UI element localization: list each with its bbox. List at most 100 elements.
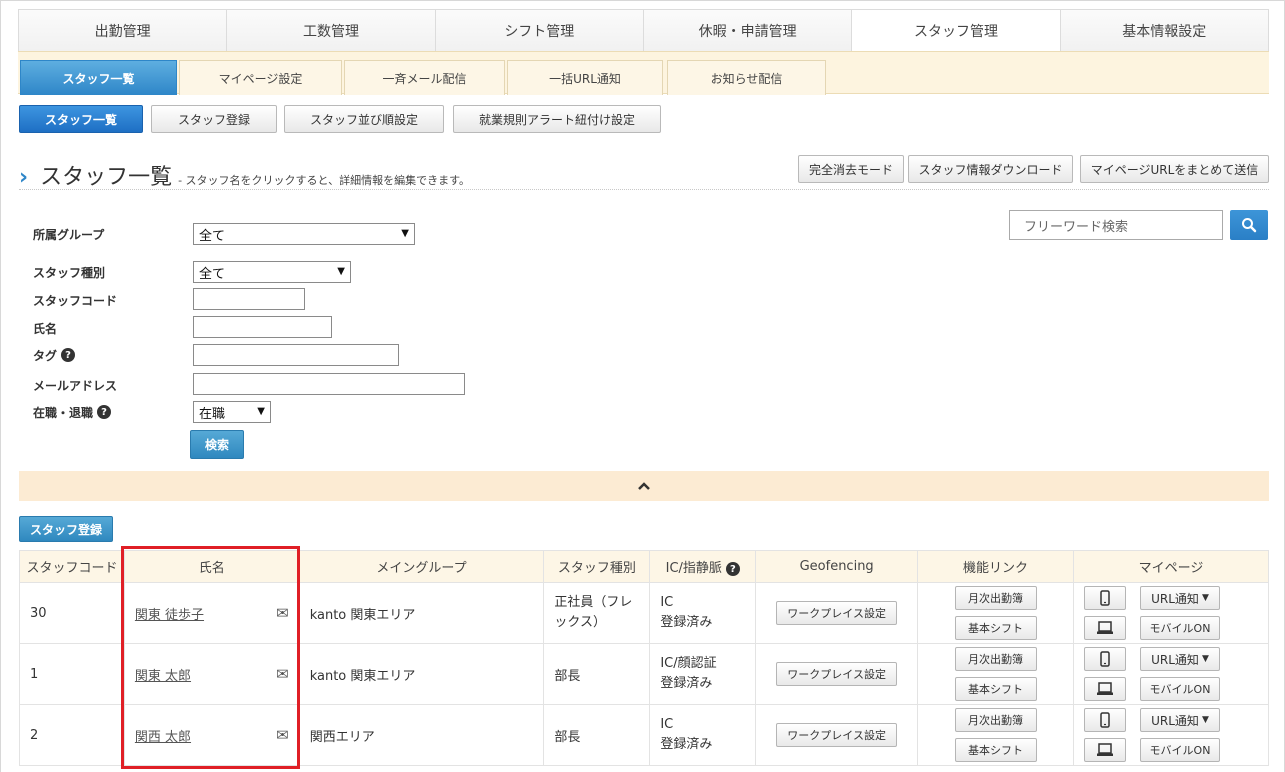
tag-input[interactable] <box>193 344 399 366</box>
chevron-up-icon <box>638 482 650 490</box>
tab-man-hours[interactable]: 工数管理 <box>227 10 436 51</box>
group-label: 所属グループ <box>33 227 105 242</box>
header-ic: IC/指静脈? <box>649 550 757 583</box>
url-notify-label: URL通知 <box>1151 591 1199 606</box>
tag-label-text: タグ <box>33 348 58 363</box>
ic-type: IC <box>660 717 674 732</box>
status-label: 在職・退職? <box>33 404 112 420</box>
tab-basic-settings[interactable]: 基本情報設定 <box>1060 10 1268 51</box>
workplace-settings-button[interactable]: ワークプレイス設定 <box>776 601 897 625</box>
monthly-attendance-button[interactable]: 月次出勤簿 <box>954 647 1037 671</box>
alert-link-button[interactable]: 就業規則アラート紐付け設定 <box>453 105 661 133</box>
cell-mypage: URL通知 ▼ モバイルON <box>1073 582 1269 644</box>
ic-status: 登録済み <box>660 676 713 691</box>
staff-register-button[interactable]: スタッフ登録 <box>151 105 277 133</box>
subtab-notice[interactable]: お知らせ配信 <box>667 60 826 95</box>
basic-shift-button[interactable]: 基本シフト <box>954 616 1037 640</box>
status-label-text: 在職・退職 <box>33 405 94 420</box>
cell-type: 正社員（フレックス） <box>543 582 651 644</box>
group-select-value: 全て <box>199 228 226 244</box>
mobile-icon[interactable] <box>1084 708 1126 732</box>
staff-order-button[interactable]: スタッフ並び順設定 <box>284 105 444 133</box>
code-input[interactable] <box>193 288 305 310</box>
help-icon[interactable]: ? <box>97 405 112 419</box>
cell-code: 2 <box>19 704 125 766</box>
pc-icon[interactable] <box>1084 738 1126 762</box>
page-title-row: › スタッフ一覧 - スタッフ名をクリックすると、詳細情報を編集できます。 <box>19 159 471 190</box>
workplace-settings-button[interactable]: ワークプレイス設定 <box>776 662 897 686</box>
header-links: 機能リンク <box>917 550 1074 583</box>
status-select[interactable]: 在職 ▼ <box>193 401 271 423</box>
group-select[interactable]: 全て ▼ <box>193 223 415 245</box>
cell-geofencing: ワークプレイス設定 <box>755 704 919 766</box>
subtab-bulk-url[interactable]: 一括URL通知 <box>507 60 663 95</box>
full-delete-mode-button[interactable]: 完全消去モード <box>798 155 904 183</box>
cell-mypage: URL通知 ▼ モバイルON <box>1073 704 1269 766</box>
header-group: メイングループ <box>298 550 545 583</box>
filter-search-button[interactable]: 検索 <box>190 430 244 459</box>
subtab-mypage-settings[interactable]: マイページ設定 <box>179 60 342 95</box>
chevron-down-icon: ▼ <box>401 228 409 239</box>
chevron-down-icon: ▼ <box>1201 654 1209 664</box>
type-select[interactable]: 全て ▼ <box>193 261 351 283</box>
pc-icon[interactable] <box>1084 677 1126 701</box>
pc-icon[interactable] <box>1084 616 1126 640</box>
monthly-attendance-button[interactable]: 月次出勤簿 <box>954 708 1037 732</box>
cell-geofencing: ワークプレイス設定 <box>755 643 919 705</box>
url-notify-select[interactable]: URL通知 ▼ <box>1140 586 1220 610</box>
url-notify-select[interactable]: URL通知 ▼ <box>1140 647 1220 671</box>
page-subtitle: - スタッフ名をクリックすると、詳細情報を編集できます。 <box>178 174 471 187</box>
url-notify-select[interactable]: URL通知 ▼ <box>1140 708 1220 732</box>
tab-shift[interactable]: シフト管理 <box>435 10 644 51</box>
staff-register-button-2[interactable]: スタッフ登録 <box>19 516 113 542</box>
send-mypage-url-button[interactable]: マイページURLをまとめて送信 <box>1080 155 1269 183</box>
tab-leave[interactable]: 休暇・申請管理 <box>643 10 853 51</box>
chevron-down-icon: ▼ <box>1201 715 1209 725</box>
mobile-on-button[interactable]: モバイルON <box>1140 677 1220 701</box>
header-type: スタッフ種別 <box>543 550 651 583</box>
chevron-down-icon: ▼ <box>337 266 345 277</box>
email-input[interactable] <box>193 373 465 395</box>
cell-ic: IC 登録済み <box>649 704 757 766</box>
page-title: スタッフ一覧 <box>40 165 173 190</box>
cell-group: kanto 関東エリア <box>298 643 545 705</box>
subtab-bulk-mail[interactable]: 一斉メール配信 <box>344 60 505 95</box>
cell-type: 部長 <box>543 704 651 766</box>
type-label: スタッフ種別 <box>33 265 106 280</box>
sub-nav: スタッフ一覧 マイページ設定 一斉メール配信 一括URL通知 お知らせ配信 <box>18 51 1269 95</box>
help-icon[interactable]: ? <box>61 348 76 362</box>
header-geofencing: Geofencing <box>755 550 919 583</box>
ic-status: 登録済み <box>660 615 713 630</box>
collapse-bar[interactable] <box>19 471 1269 501</box>
basic-shift-button[interactable]: 基本シフト <box>954 677 1037 701</box>
mobile-icon[interactable] <box>1084 586 1126 610</box>
cell-ic: IC 登録済み <box>649 582 757 644</box>
ic-status: 登録済み <box>660 737 713 752</box>
cell-type: 部長 <box>543 643 651 705</box>
main-nav: 出勤管理 工数管理 シフト管理 休暇・申請管理 スタッフ管理 基本情報設定 <box>18 9 1269 51</box>
cell-code: 1 <box>19 643 125 705</box>
tag-label: タグ? <box>33 347 76 363</box>
staff-download-button[interactable]: スタッフ情報ダウンロード <box>908 155 1073 183</box>
tab-staff[interactable]: スタッフ管理 <box>852 10 1061 51</box>
basic-shift-button[interactable]: 基本シフト <box>954 738 1037 762</box>
workplace-settings-button[interactable]: ワークプレイス設定 <box>776 723 897 747</box>
freeword-search-input[interactable]: フリーワード検索 <box>1009 210 1223 240</box>
staff-list-button[interactable]: スタッフ一覧 <box>19 105 143 133</box>
url-notify-label: URL通知 <box>1151 652 1199 667</box>
help-icon[interactable]: ? <box>725 562 740 577</box>
mobile-icon[interactable] <box>1084 647 1126 671</box>
cell-group: kanto 関東エリア <box>298 582 545 644</box>
cell-links: 月次出勤簿基本シフト <box>917 643 1074 705</box>
app-frame: 出勤管理 工数管理 シフト管理 休暇・申請管理 スタッフ管理 基本情報設定 スタ… <box>0 0 1285 772</box>
cell-group: 関西エリア <box>298 704 545 766</box>
header-mypage: マイページ <box>1073 550 1269 583</box>
name-input[interactable] <box>193 316 332 338</box>
monthly-attendance-button[interactable]: 月次出勤簿 <box>954 586 1037 610</box>
status-select-value: 在職 <box>199 406 226 422</box>
search-button[interactable] <box>1230 210 1268 240</box>
mobile-on-button[interactable]: モバイルON <box>1140 738 1220 762</box>
subtab-staff-list[interactable]: スタッフ一覧 <box>20 60 177 95</box>
tab-attendance[interactable]: 出勤管理 <box>19 10 228 51</box>
mobile-on-button[interactable]: モバイルON <box>1140 616 1220 640</box>
